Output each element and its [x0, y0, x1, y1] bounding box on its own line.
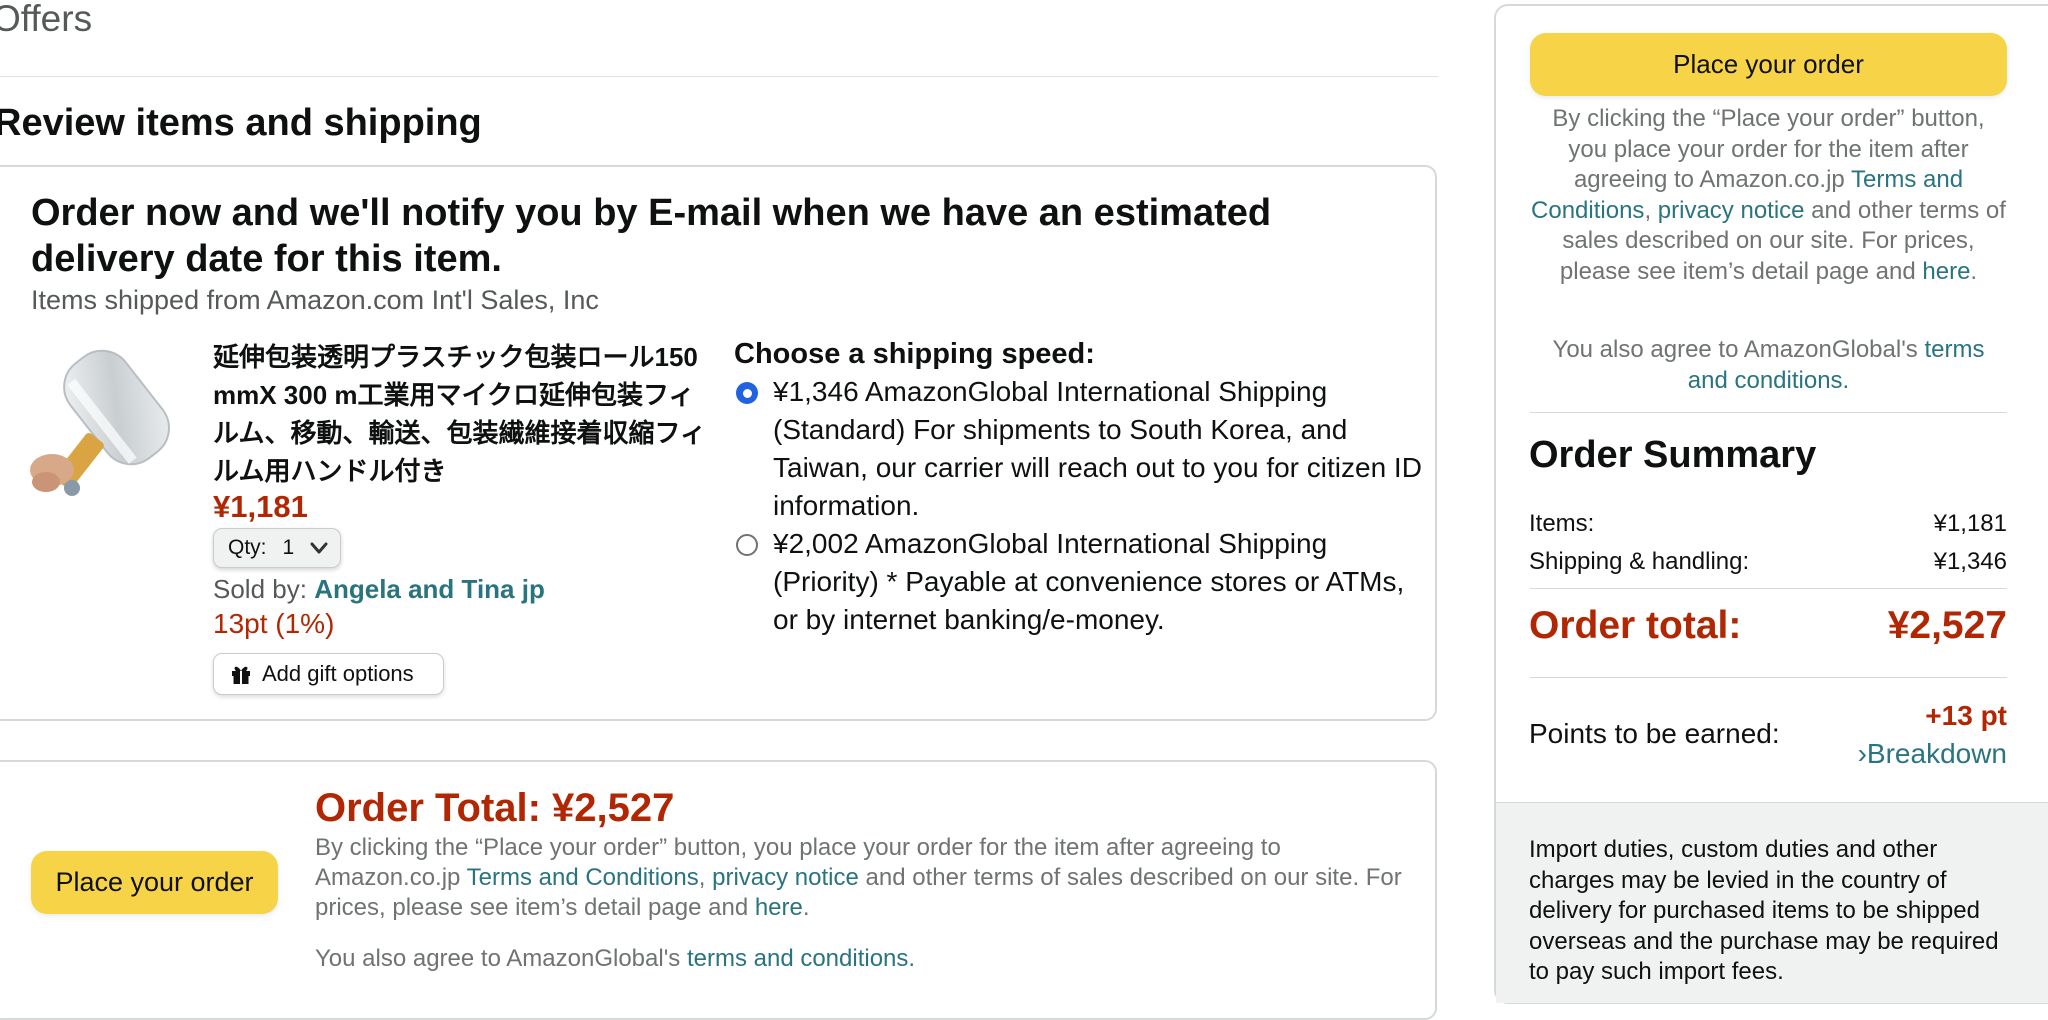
order-total-value: ¥2,527	[1887, 604, 2007, 647]
items-label: Items:	[1529, 510, 1595, 537]
points-earned-label: Points to be earned:	[1529, 718, 1780, 749]
points-earned-value: +13 pt	[1925, 700, 2007, 731]
shipping-option-text: ¥2,002 AmazonGlobal International Shippi…	[773, 528, 1405, 635]
shipping-value: ¥1,346	[1933, 548, 2007, 575]
product-title[interactable]: 延伸包装透明プラスチック包装ロール150 mmX 300 m工業用マイクロ延伸包…	[213, 338, 713, 490]
gift-options-label: Add gift options	[262, 661, 414, 686]
summary-row-shipping: Shipping & handling: ¥1,346	[1529, 548, 2007, 576]
review-section-title: Review items and shipping	[0, 102, 482, 144]
global-terms-text: You also agree to AmazonGlobal's	[1552, 336, 1925, 363]
period: .	[1970, 257, 1978, 285]
chevron-down-icon	[310, 542, 328, 554]
radio-unselected-icon[interactable]	[736, 534, 758, 556]
order-summary-title: Order Summary	[1529, 434, 1817, 476]
offers-section-title: Offers	[0, 0, 93, 39]
shipping-option-text: ¥1,346 AmazonGlobal International Shippi…	[773, 376, 1422, 521]
global-terms-link[interactable]: terms and conditions.	[687, 945, 915, 972]
points-earned-item: 13pt (1%)	[213, 608, 335, 639]
section-divider	[0, 76, 1438, 77]
shipping-option-standard[interactable]: ¥1,346 AmazonGlobal International Shippi…	[734, 373, 1434, 525]
seller-link[interactable]: Angela and Tina jp	[314, 574, 545, 604]
global-terms-bottom: You also agree to AmazonGlobal's terms a…	[315, 944, 1425, 974]
shipping-option-priority[interactable]: ¥2,002 AmazonGlobal International Shippi…	[734, 525, 1434, 639]
period: .	[802, 894, 810, 921]
here-link[interactable]: here	[1922, 258, 1970, 285]
sold-by-label: Sold by:	[213, 574, 307, 604]
shipping-label: Shipping & handling:	[1529, 548, 1750, 575]
radio-selected-icon[interactable]	[736, 382, 758, 404]
qty-label: Qty:	[228, 536, 267, 559]
legal-text-bottom: By clicking the “Place your order” butto…	[315, 833, 1425, 923]
breakdown-link[interactable]: ›Breakdown	[1830, 738, 2007, 770]
here-link[interactable]: here	[755, 894, 803, 921]
sold-by: Sold by: Angela and Tina jp	[213, 574, 545, 605]
terms-link[interactable]: Terms and Conditions	[467, 864, 699, 891]
import-duties-note: Import duties, custom duties and other c…	[1529, 836, 1999, 985]
legal-text-sidebar: By clicking the “Place your order” butto…	[1530, 104, 2007, 287]
quantity-select[interactable]: Qty: 1	[213, 528, 341, 568]
product-price: ¥1,181	[213, 489, 308, 524]
separator: ,	[1644, 196, 1658, 224]
global-terms-text: You also agree to AmazonGlobal's	[315, 945, 687, 972]
privacy-link[interactable]: privacy notice	[712, 864, 859, 891]
sidebar-divider	[1530, 412, 2007, 413]
summary-row-items: Items: ¥1,181	[1529, 510, 2007, 538]
items-value: ¥1,181	[1933, 510, 2007, 537]
place-order-button-bottom[interactable]: Place your order	[31, 851, 278, 914]
gift-icon	[232, 666, 250, 684]
sidebar-divider	[1530, 588, 2007, 589]
product-image[interactable]	[30, 340, 205, 505]
separator: ,	[698, 864, 713, 891]
sidebar-divider	[1530, 677, 2007, 678]
place-order-button[interactable]: Place your order	[1530, 33, 2007, 96]
order-total-label: Order total:	[1529, 604, 1742, 647]
add-gift-options-button[interactable]: Add gift options	[213, 653, 444, 695]
notify-heading: Order now and we'll notify you by E-mail…	[31, 192, 1272, 280]
global-terms-sidebar: You also agree to AmazonGlobal's terms a…	[1530, 335, 2007, 396]
privacy-link[interactable]: privacy notice	[1658, 197, 1805, 224]
order-total-row: Order total: ¥2,527	[1529, 604, 2007, 648]
order-total-heading: Order Total: ¥2,527	[315, 786, 675, 830]
qty-value: 1	[282, 536, 295, 559]
shipped-from-text: Items shipped from Amazon.com Int'l Sale…	[31, 285, 599, 315]
shipping-speed-heading: Choose a shipping speed:	[734, 338, 1095, 370]
